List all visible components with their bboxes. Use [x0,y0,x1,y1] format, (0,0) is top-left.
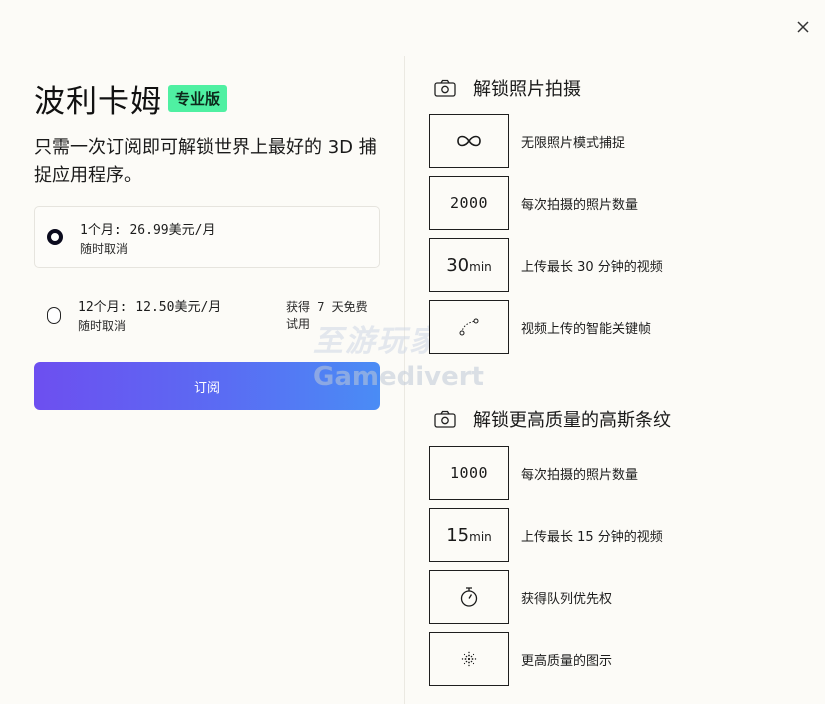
infinity-icon [457,135,481,147]
feature-queue-priority: 获得队列优先权 [429,570,612,624]
plan-price: 1个月: 26.99美元/月 [80,223,216,238]
feature-photo-count: 2000 每次拍摄的照片数量 [429,176,638,230]
quality-icon [461,651,477,667]
feature-unlimited-photo: 无限照片模式捕捉 [429,114,625,168]
section-photo-capture: 解锁照片拍摄 [434,75,581,101]
feature-box-unit: min [469,529,492,544]
radio-unselected-icon[interactable] [47,307,61,324]
feature-box: 15min [429,508,509,562]
feature-box [429,114,509,168]
feature-box: 30min [429,238,509,292]
feature-video-length: 15min 上传最长 15 分钟的视频 [429,508,663,562]
plan-yearly[interactable]: 12个月: 12.50美元/月 随时取消 获得 7 天免费试用 [34,284,380,346]
subscribe-button[interactable]: 订阅 [34,362,380,410]
feature-box [429,570,509,624]
feature-box [429,632,509,686]
plan-price: 12个月: 12.50美元/月 [78,300,222,315]
stopwatch-icon [460,587,478,607]
feature-box-value: 15 [446,524,470,546]
subtitle: 只需一次订阅即可解锁世界上最好的 3D 捕捉应用程序。 [34,137,377,186]
feature-box: 2000 [429,176,509,230]
column-divider [404,56,405,704]
pro-badge: 专业版 [168,85,228,112]
close-icon[interactable] [794,18,812,36]
app-title: 波利卡姆 [34,84,162,120]
feature-box-unit: min [469,259,492,274]
camera-icon [434,79,456,97]
feature-photo-count: 1000 每次拍摄的照片数量 [429,446,638,500]
feature-label: 视频上传的智能关键帧 [521,321,652,337]
title-row: 波利卡姆 专业版 [34,76,228,121]
feature-box-value: 30 [446,254,470,276]
feature-label: 上传最长 30 分钟的视频 [521,259,663,275]
feature-label: 获得队列优先权 [521,591,613,607]
feature-box-value: 2000 [449,194,489,212]
keyframes-icon [459,318,479,336]
radio-selected-icon[interactable] [47,229,63,245]
feature-box: 1000 [429,446,509,500]
camera-icon [434,410,456,428]
trial-note: 获得 7 天免费试用 [286,300,368,331]
plan-cancel-note: 随时取消 [78,319,127,333]
feature-box [429,300,509,354]
section-title: 解锁照片拍摄 [473,79,581,100]
plan-monthly[interactable]: 1个月: 26.99美元/月 随时取消 [34,206,380,268]
feature-higher-quality: 更高质量的图示 [429,632,612,686]
feature-label: 更高质量的图示 [521,653,613,669]
feature-box-value: 1000 [449,464,489,482]
section-title: 解锁更高质量的高斯条纹 [473,410,671,431]
feature-video-length: 30min 上传最长 30 分钟的视频 [429,238,663,292]
feature-label: 无限照片模式捕捉 [521,135,626,151]
plan-cancel-note: 随时取消 [80,242,129,256]
section-gaussian-splat: 解锁更高质量的高斯条纹 [434,406,671,432]
subscription-dialog: 波利卡姆 专业版 只需一次订阅即可解锁世界上最好的 3D 捕捉应用程序。 1个月… [0,0,825,704]
feature-label: 上传最长 15 分钟的视频 [521,529,663,545]
feature-label: 每次拍摄的照片数量 [521,467,639,483]
feature-smart-keyframes: 视频上传的智能关键帧 [429,300,651,354]
feature-label: 每次拍摄的照片数量 [521,197,639,213]
